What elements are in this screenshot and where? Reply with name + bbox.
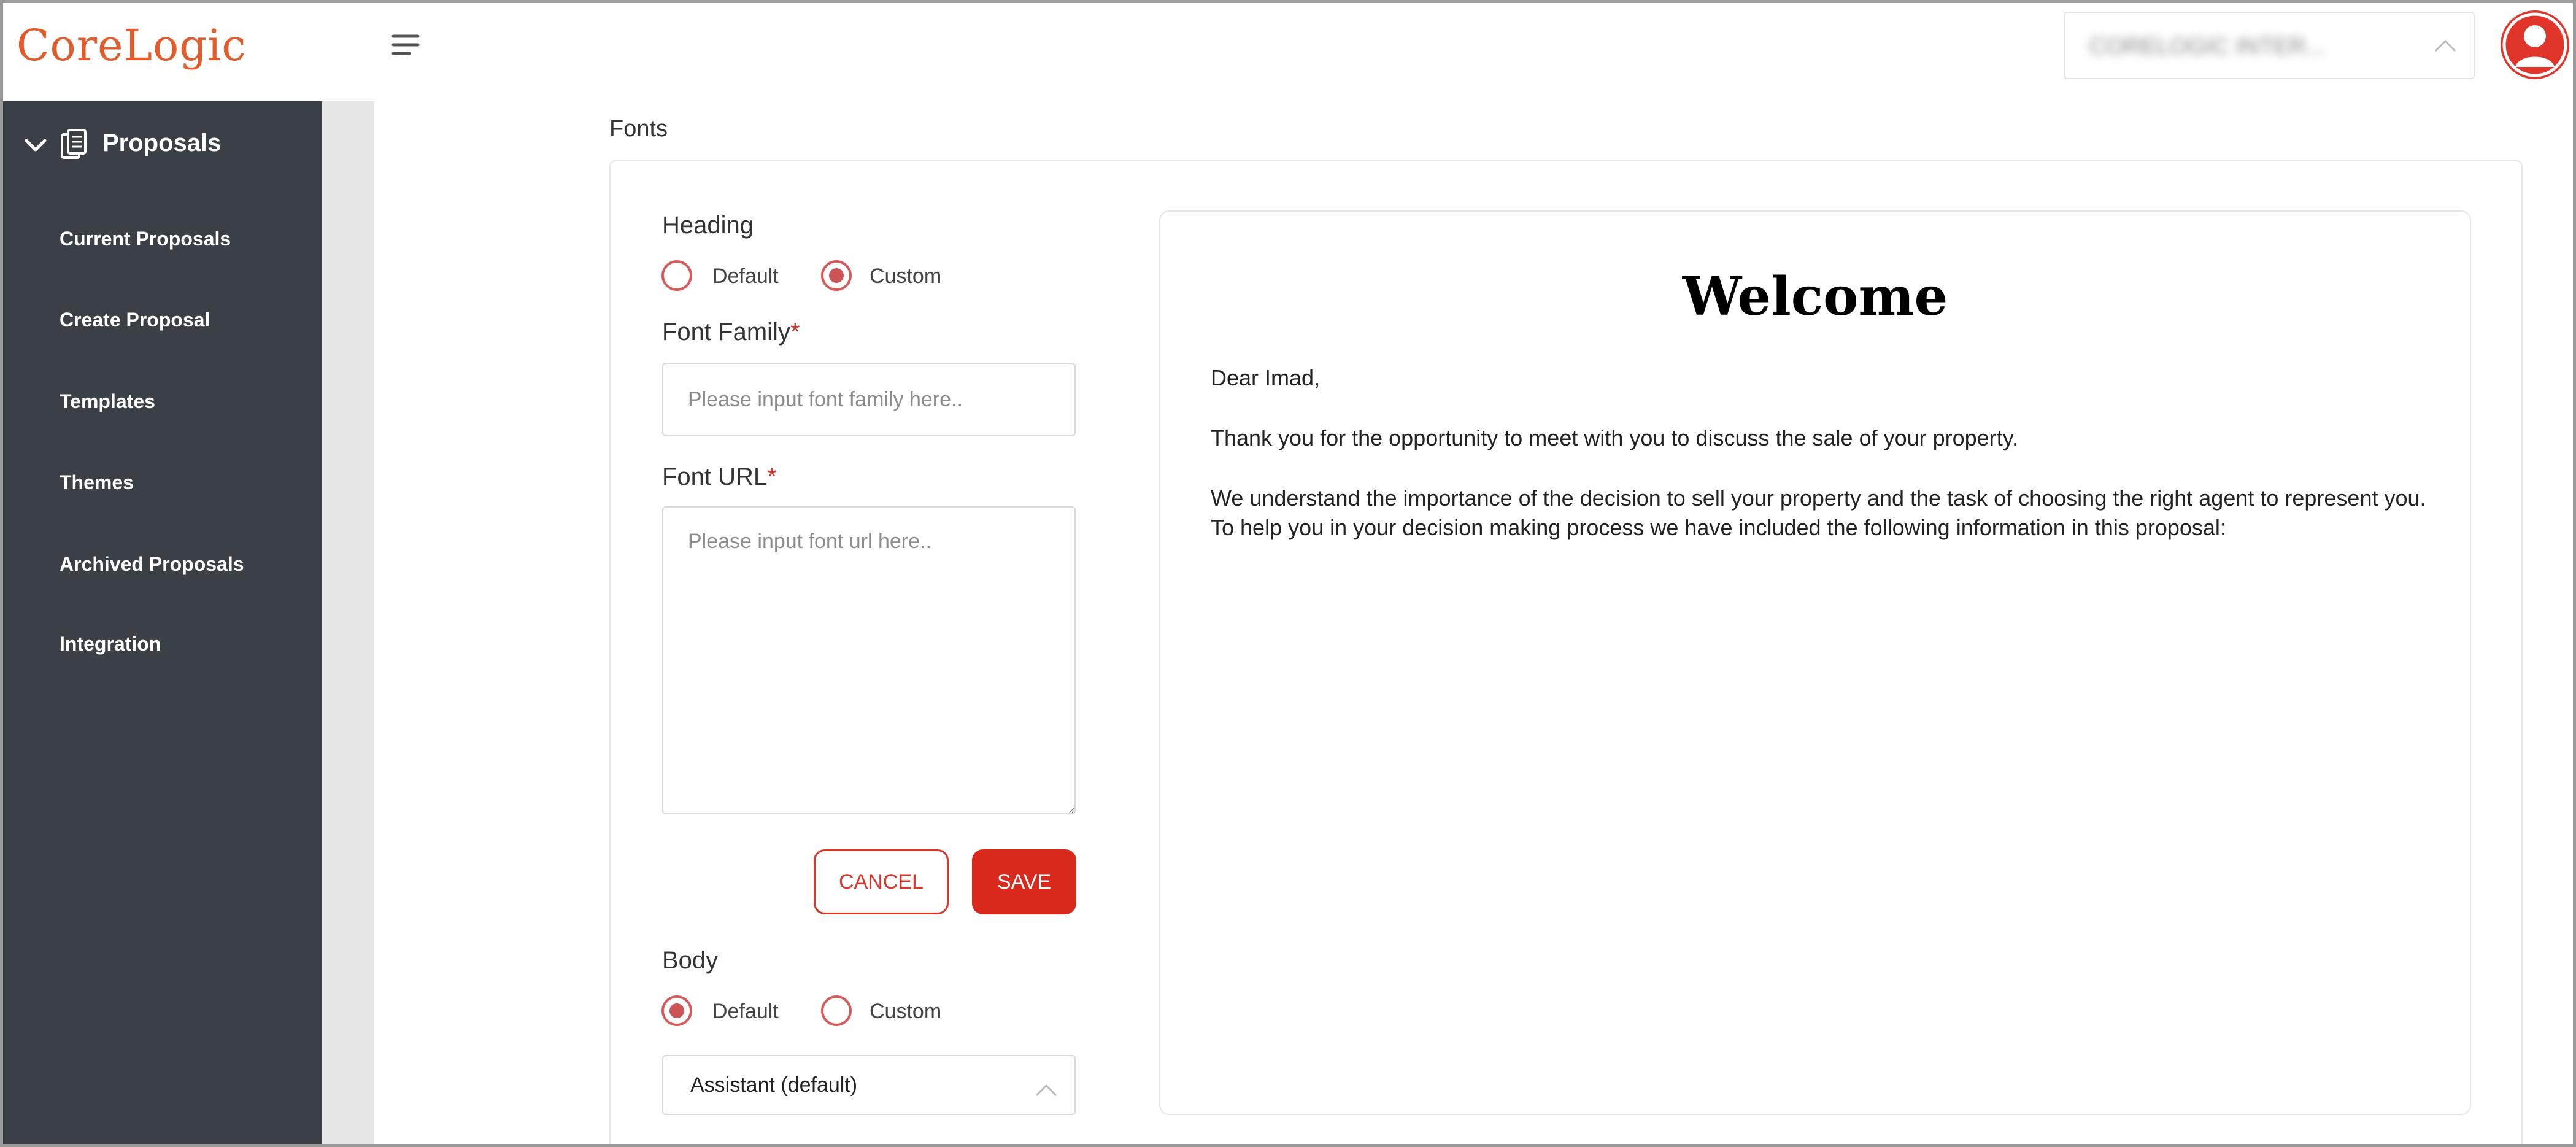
body-font-select[interactable]: Assistant (default) xyxy=(662,1055,1076,1115)
font-url-label-text: Font URL xyxy=(662,463,768,490)
account-select-value: CORELOGIC INTER... xyxy=(2089,34,2326,60)
font-url-textarea[interactable] xyxy=(662,506,1076,814)
heading-radio-default[interactable] xyxy=(661,260,692,291)
top-bar: CORELOGIC INTER... xyxy=(322,3,2573,101)
body-radio-default-label: Default xyxy=(712,1000,779,1023)
preview-paragraph-2-line-2: To help you in your decision making proc… xyxy=(1211,515,2226,540)
content-gutter xyxy=(322,101,374,1144)
sidebar: Proposals Current Proposals Create Propo… xyxy=(3,101,322,1144)
required-mark: * xyxy=(790,319,800,346)
body-label: Body xyxy=(662,947,719,974)
body-radio-custom[interactable] xyxy=(821,995,852,1026)
preview-greeting: Dear Imad, xyxy=(1211,365,1321,390)
sidebar-item-integration[interactable]: Integration xyxy=(60,633,161,655)
chevron-up-icon xyxy=(2434,39,2456,52)
cancel-button[interactable]: CANCEL xyxy=(814,849,949,914)
heading-radio-custom[interactable] xyxy=(821,260,852,291)
required-mark: * xyxy=(767,463,777,490)
font-family-label: Font Family* xyxy=(662,319,800,346)
app-window: CoreLogic Proposals Current Proposals Cr… xyxy=(0,0,2576,1147)
heading-radio-default-label: Default xyxy=(712,265,779,288)
sidebar-item-create-proposal[interactable]: Create Proposal xyxy=(60,309,210,331)
font-preview-panel: Welcome Dear Imad, Thank you for the opp… xyxy=(1159,210,2471,1115)
user-silhouette-icon xyxy=(2502,12,2567,77)
account-select[interactable]: CORELOGIC INTER... xyxy=(2064,12,2475,79)
chevron-down-icon[interactable] xyxy=(21,131,50,159)
preview-paragraph-1: Thank you for the opportunity to meet wi… xyxy=(1211,425,2019,450)
heading-label: Heading xyxy=(662,212,754,239)
sidebar-item-archived-proposals[interactable]: Archived Proposals xyxy=(60,553,244,576)
preview-title: Welcome xyxy=(1682,266,1948,328)
font-family-input[interactable] xyxy=(662,363,1076,436)
sidebar-item-templates[interactable]: Templates xyxy=(60,390,155,413)
user-avatar-icon[interactable] xyxy=(2501,10,2569,79)
font-family-label-text: Font Family xyxy=(662,319,790,346)
heading-radio-custom-label: Custom xyxy=(870,265,942,288)
hamburger-icon[interactable] xyxy=(391,33,420,57)
preview-paragraph-2-line-1: We understand the importance of the deci… xyxy=(1211,485,2426,511)
save-button[interactable]: SAVE xyxy=(972,849,1076,914)
logo-area: CoreLogic xyxy=(3,3,322,101)
sidebar-item-themes[interactable]: Themes xyxy=(60,471,134,494)
documents-icon xyxy=(61,129,87,159)
body-radio-default[interactable] xyxy=(661,995,692,1026)
body-radio-custom-label: Custom xyxy=(870,1000,942,1023)
sidebar-section-label: Proposals xyxy=(102,129,222,156)
font-url-label: Font URL* xyxy=(662,463,777,491)
section-title-fonts: Fonts xyxy=(609,116,668,142)
corelogic-logo[interactable]: CoreLogic xyxy=(17,20,247,71)
sidebar-item-current-proposals[interactable]: Current Proposals xyxy=(60,228,231,250)
sidebar-section-proposals[interactable]: Proposals xyxy=(3,118,322,174)
chevron-up-icon xyxy=(1035,1084,1057,1097)
body-font-select-value: Assistant (default) xyxy=(690,1073,858,1097)
